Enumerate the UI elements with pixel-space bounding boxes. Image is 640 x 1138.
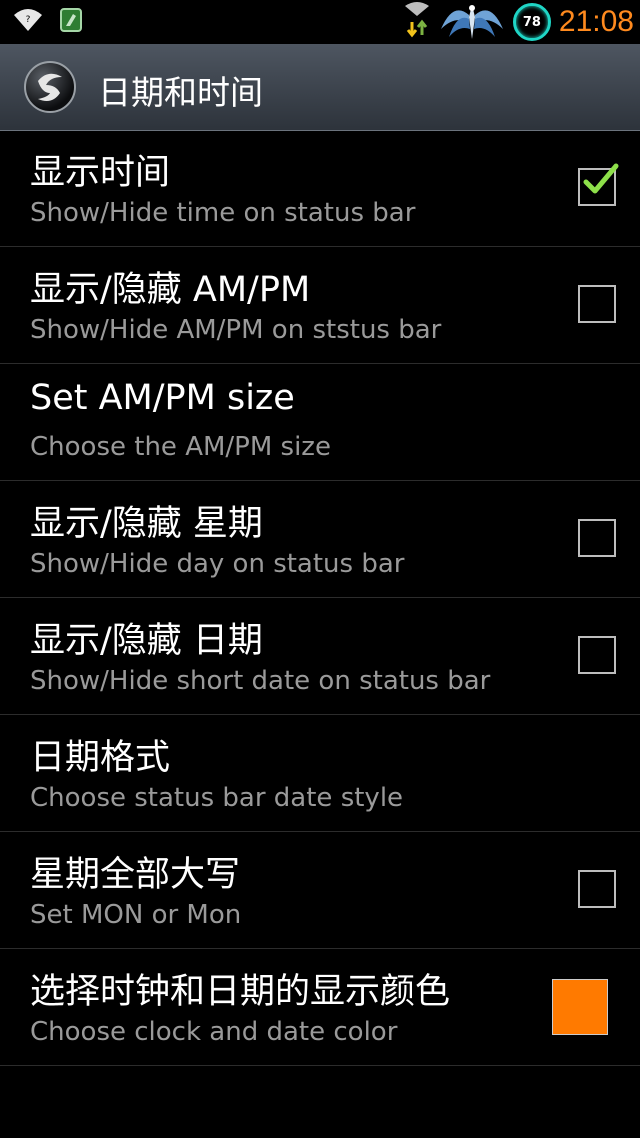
setting-title: 星期全部大写 <box>30 855 241 895</box>
setting-title: 显示时间 <box>30 153 171 193</box>
weekday-uppercase-checkbox[interactable] <box>578 870 616 908</box>
setting-title: 日期格式 <box>30 738 171 778</box>
wifi-icon: ? <box>12 7 44 37</box>
setting-subtitle: Show/Hide AM/PM on ststus bar <box>30 315 442 345</box>
setting-subtitle: Show/Hide day on status bar <box>30 549 405 579</box>
clock-color-swatch[interactable] <box>552 979 608 1035</box>
setting-title: Set AM/PM size <box>30 378 295 418</box>
setting-title: 选择时钟和日期的显示颜色 <box>30 972 451 1012</box>
settings-list: 显示时间 Show/Hide time on status bar 显示/隐藏 … <box>0 130 640 1066</box>
battery-level: 78 <box>522 14 541 30</box>
setting-subtitle: Set MON or Mon <box>30 900 242 930</box>
svg-text:?: ? <box>26 15 31 25</box>
page-title: 日期和时间 <box>98 73 263 112</box>
setting-weekday-uppercase[interactable]: 星期全部大写 Set MON or Mon <box>0 832 640 949</box>
setting-subtitle: Choose clock and date color <box>30 1017 398 1047</box>
setting-clock-color[interactable]: 选择时钟和日期的显示颜色 Choose clock and date color <box>0 949 640 1066</box>
setting-date[interactable]: 显示/隐藏 日期 Show/Hide short date on status … <box>0 598 640 715</box>
app-notification-icon <box>58 6 84 38</box>
status-bar: ? 78 21:08 <box>0 0 640 44</box>
setting-show-time[interactable]: 显示时间 Show/Hide time on status bar <box>0 130 640 247</box>
setting-weekday[interactable]: 显示/隐藏 星期 Show/Hide day on status bar <box>0 481 640 598</box>
setting-ampm[interactable]: 显示/隐藏 AM/PM Show/Hide AM/PM on ststus ba… <box>0 247 640 364</box>
status-clock: 21:08 <box>558 5 634 38</box>
check-icon <box>583 163 619 194</box>
date-checkbox[interactable] <box>578 636 616 674</box>
app-logo-icon[interactable] <box>24 61 76 113</box>
setting-subtitle: Choose status bar date style <box>30 783 404 813</box>
setting-ampm-size[interactable]: Set AM/PM size Choose the AM/PM size <box>0 364 640 481</box>
setting-title: 显示/隐藏 日期 <box>30 621 263 661</box>
show-time-checkbox[interactable] <box>578 163 619 206</box>
setting-title: 显示/隐藏 AM/PM <box>30 270 311 310</box>
action-bar: 日期和时间 <box>0 44 640 131</box>
setting-subtitle: Show/Hide time on status bar <box>30 198 416 228</box>
data-transfer-icon <box>403 2 431 42</box>
ampm-checkbox[interactable] <box>578 285 616 323</box>
setting-title: 显示/隐藏 星期 <box>30 504 263 544</box>
setting-subtitle: Show/Hide short date on status bar <box>30 666 491 696</box>
weekday-checkbox[interactable] <box>578 519 616 557</box>
phoenix-theme-icon <box>439 0 505 45</box>
setting-date-format[interactable]: 日期格式 Choose status bar date style <box>0 715 640 832</box>
setting-subtitle: Choose the AM/PM size <box>30 432 331 462</box>
battery-ring-icon: 78 <box>512 3 551 41</box>
